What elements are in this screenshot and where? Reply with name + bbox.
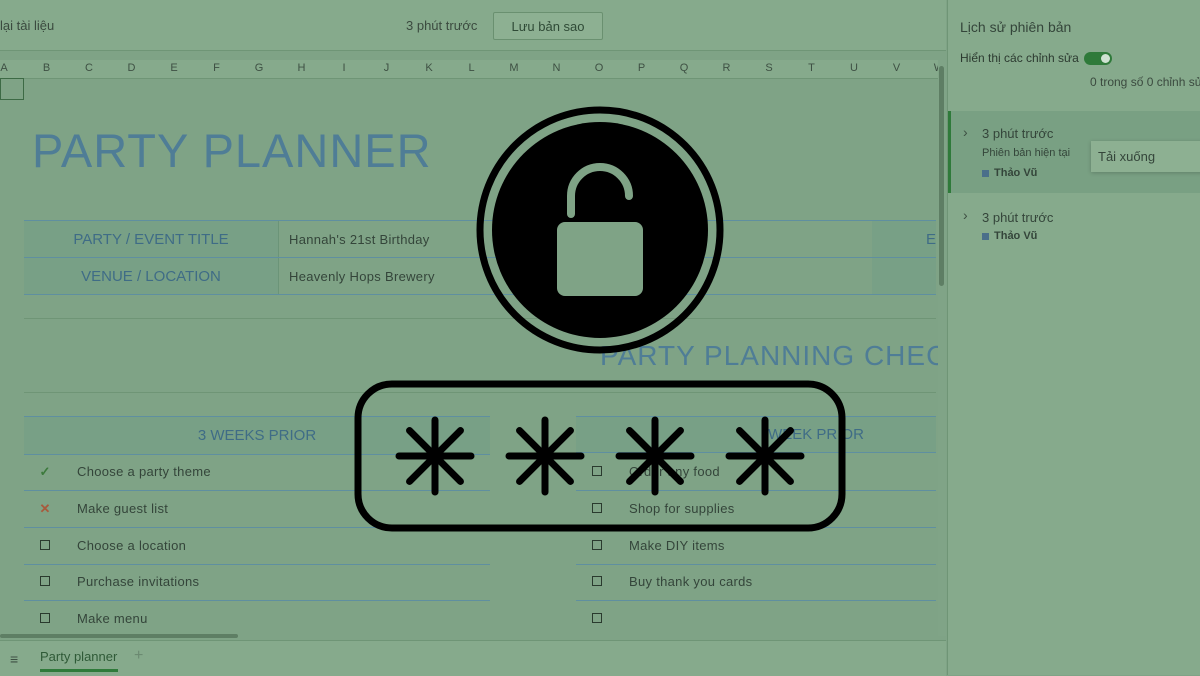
checkbox-icon[interactable] <box>38 611 52 626</box>
version-time: 3 phút trước <box>982 210 1054 225</box>
checklist-item-text: Make guest list <box>77 500 169 516</box>
checklist-item-text: Choose a party theme <box>77 464 211 479</box>
version-time: 3 phút trước <box>982 126 1054 141</box>
column-header-o[interactable]: O <box>578 62 620 74</box>
checklist-item-text: Order any food <box>629 464 720 479</box>
checklist-row[interactable]: Shop for supplies <box>576 491 936 528</box>
save-copy-button[interactable]: Lưu bản sao <box>493 12 603 40</box>
column-header-j[interactable]: J <box>366 62 408 74</box>
cross-icon[interactable]: ✕ <box>38 501 52 517</box>
checklist-item-text: Shop for supplies <box>629 500 735 516</box>
sheet-tab-party-planner[interactable]: Party planner <box>40 649 117 664</box>
checklist-row[interactable] <box>576 601 936 635</box>
checkbox-icon[interactable] <box>590 611 604 626</box>
checkbox-icon[interactable] <box>590 464 604 479</box>
column-header-r[interactable]: R <box>706 62 748 74</box>
add-sheet-icon[interactable]: + <box>134 647 143 665</box>
info-row-event: PARTY / EVENT TITLE Hannah's 21st Birthd… <box>24 220 936 257</box>
author-color-swatch <box>982 169 989 177</box>
checklist-heading: PARTY PLANNING CHEC <box>600 340 938 371</box>
show-changes-label: Hiển thị các chỉnh sửa <box>960 51 1079 65</box>
spreadsheet-grid[interactable]: PARTY PLANNER PARTY / EVENT TITLE Hannah… <box>0 79 938 635</box>
checkbox-icon[interactable] <box>38 574 52 589</box>
version-time-label: 3 phút trước <box>406 18 478 33</box>
checklist-row[interactable]: ✓ Choose a party theme <box>24 454 490 491</box>
version-subtitle: Phiên bản hiện tại <box>982 147 1071 159</box>
venue-right-label <box>872 258 936 294</box>
active-tab-indicator <box>40 669 118 672</box>
event-title-label: PARTY / EVENT TITLE <box>24 221 279 257</box>
version-author-name: Thảo Vũ <box>994 167 1038 179</box>
column-header-h[interactable]: H <box>281 62 323 74</box>
checklist-item-text: Choose a location <box>77 537 187 553</box>
checklist-row[interactable]: Buy thank you cards <box>576 564 936 602</box>
column-header-s[interactable]: S <box>748 62 790 74</box>
column-header-n[interactable]: N <box>536 62 578 74</box>
column-header-t[interactable]: T <box>791 62 833 74</box>
vertical-scroll-thumb[interactable] <box>939 66 944 286</box>
event-title-value[interactable]: Hannah's 21st Birthday <box>289 221 430 257</box>
divider <box>24 318 936 319</box>
sheet-tab-bar: ≡ Party planner + <box>0 640 946 676</box>
toggle-knob <box>1101 54 1110 63</box>
version-item-current[interactable]: › 3 phút trước Phiên bản hiện tại Thảo V… <box>948 111 1200 193</box>
version-history-panel: Lịch sử phiên bản Hiển thị các chỉnh sửa… <box>947 0 1200 675</box>
info-row-venue: VENUE / LOCATION Heavenly Hops Brewery <box>24 257 936 295</box>
divider <box>24 392 936 393</box>
column-header-e[interactable]: E <box>153 62 195 74</box>
version-author: Thảo Vũ <box>982 167 1037 179</box>
column-header-c[interactable]: C <box>68 62 110 74</box>
checkbox-icon[interactable] <box>38 538 52 553</box>
column-header-q[interactable]: Q <box>663 62 705 74</box>
checklist-row[interactable]: Make menu <box>24 601 490 635</box>
checkbox-icon[interactable] <box>590 574 604 589</box>
checkbox-icon[interactable] <box>590 538 604 553</box>
column-header-u[interactable]: U <box>833 62 875 74</box>
event-right-label: E <box>872 221 936 257</box>
checklist-row[interactable]: Make DIY items <box>576 528 936 565</box>
author-color-swatch <box>982 232 989 240</box>
version-author: Thảo Vũ <box>982 230 1037 242</box>
column-header-l[interactable]: L <box>451 62 493 74</box>
checklist-item-text: Make DIY items <box>629 537 725 553</box>
chevron-right-icon[interactable]: › <box>963 124 968 140</box>
column-header-row: ABCDEFGHIJKLMNOPQRSTUVW <box>0 60 944 79</box>
download-menu-item[interactable]: Tải xuống <box>1091 141 1200 172</box>
column-header-p[interactable]: P <box>621 62 663 74</box>
panel-title: Lịch sử phiên bản <box>960 19 1072 35</box>
column-header-b[interactable]: B <box>26 62 68 74</box>
sheet-title: PARTY PLANNER <box>32 124 432 177</box>
column-header-a[interactable]: A <box>0 62 25 74</box>
checkmark-icon[interactable]: ✓ <box>38 464 52 480</box>
version-author-name: Thảo Vũ <box>994 230 1038 242</box>
column-header-m[interactable]: M <box>493 62 535 74</box>
column-header-k[interactable]: K <box>408 62 450 74</box>
edit-count: 0 trong số 0 chỉnh sửa <box>1090 75 1200 89</box>
chevron-right-icon[interactable]: › <box>963 207 968 223</box>
checklist-item-text: Make menu <box>77 611 148 627</box>
column-header-v[interactable]: V <box>876 62 918 74</box>
venue-label: VENUE / LOCATION <box>24 258 279 294</box>
checklist-row[interactable]: Purchase invitations <box>24 564 490 602</box>
top-bar: lại tài liệu 3 phút trước Lưu bản sao <box>0 0 946 51</box>
right-list-heading: WEEK PRIOR <box>576 416 936 453</box>
checklist-row[interactable]: ✕ Make guest list <box>24 491 490 528</box>
left-list-heading: 3 WEEKS PRIOR <box>24 416 490 455</box>
show-changes-toggle[interactable] <box>1084 52 1112 65</box>
checklist-item-text: Buy thank you cards <box>629 574 753 590</box>
horizontal-scroll-thumb[interactable] <box>0 634 238 638</box>
vertical-scrollbar[interactable] <box>938 60 946 636</box>
version-item[interactable]: › 3 phút trước Thảo Vũ <box>948 195 1200 255</box>
checklist-row[interactable]: Order any food <box>576 454 936 491</box>
venue-value[interactable]: Heavenly Hops Brewery <box>289 258 435 294</box>
sheet-list-menu-icon[interactable]: ≡ <box>10 651 18 667</box>
column-header-d[interactable]: D <box>111 62 153 74</box>
checkbox-icon[interactable] <box>590 501 604 516</box>
checklist-row[interactable]: Choose a location <box>24 528 490 565</box>
back-to-document-link[interactable]: lại tài liệu <box>0 18 54 33</box>
column-header-g[interactable]: G <box>238 62 280 74</box>
checklist-item-text: Purchase invitations <box>77 574 200 590</box>
column-header-i[interactable]: I <box>323 62 365 74</box>
column-header-f[interactable]: F <box>196 62 238 74</box>
